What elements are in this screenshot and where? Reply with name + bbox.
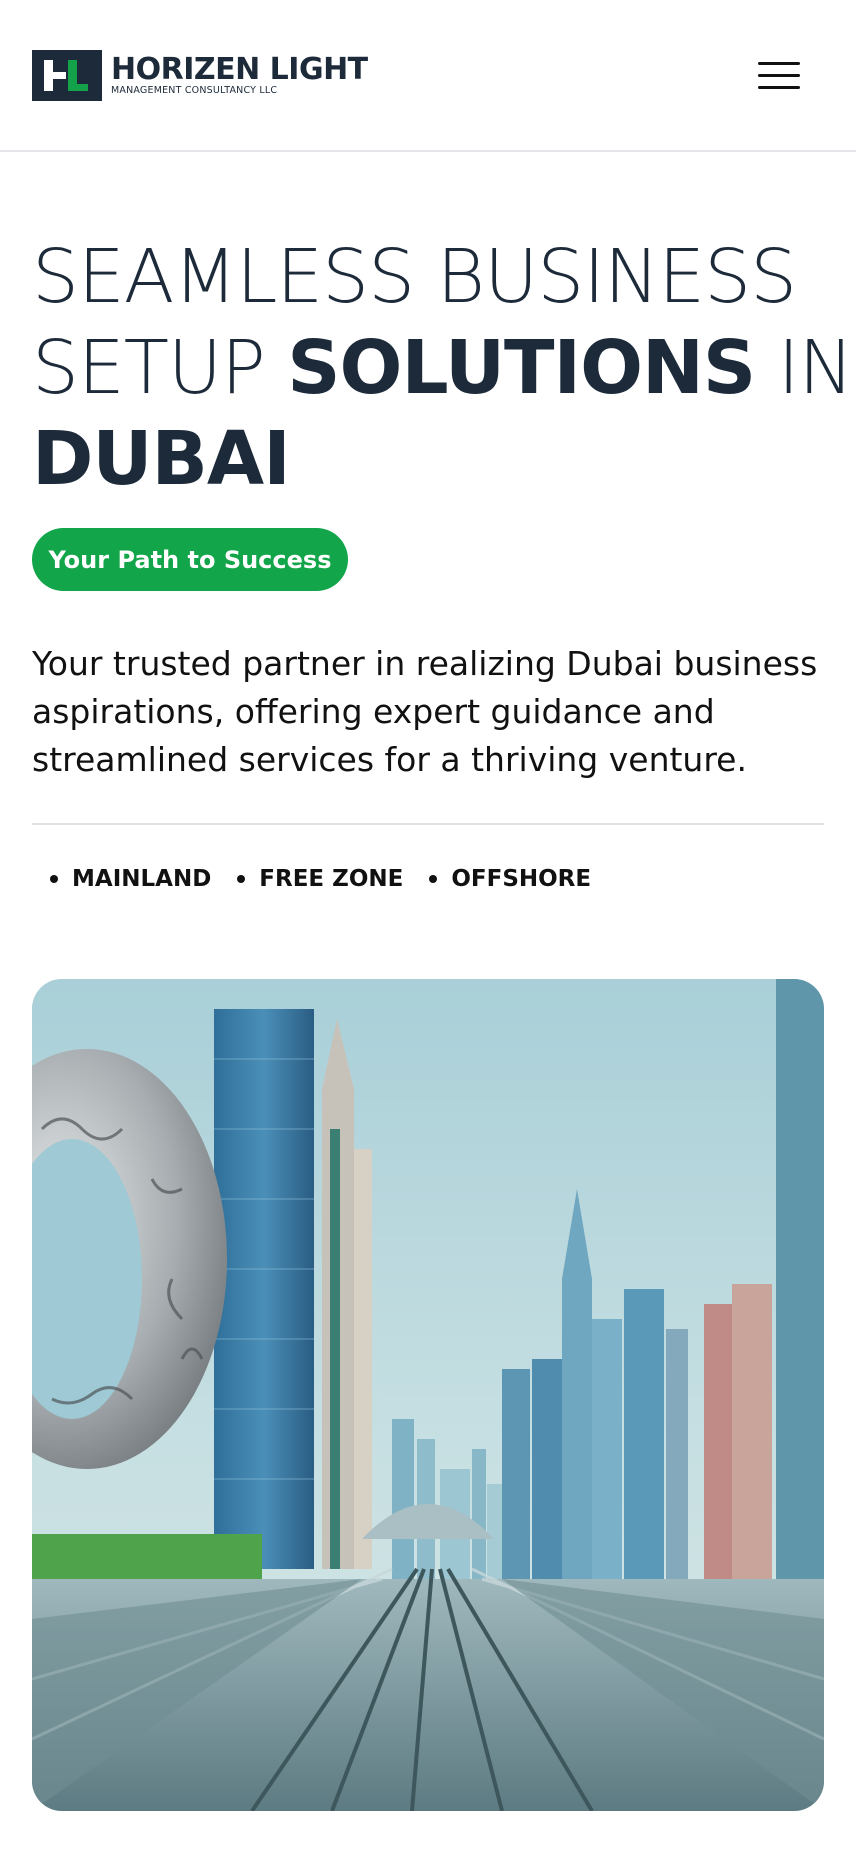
bullet-icon — [50, 875, 58, 883]
tag-offshore: OFFSHORE — [429, 866, 591, 892]
bullet-icon — [237, 875, 246, 883]
hero-headline: SEAMLESS BUSINESS SETUP SOLUTIONS IN DUB… — [32, 232, 854, 505]
path-to-success-button[interactable]: Your Path to Success — [32, 528, 348, 591]
tag-free-zone: FREE ZONE — [237, 866, 403, 892]
hero-headline-in: IN — [755, 325, 854, 411]
tag-label: MAINLAND — [72, 866, 212, 892]
logo-text: HORIZEN LIGHT MANAGEMENT CONSULTANCY LLC — [111, 54, 368, 97]
bullet-icon — [429, 875, 438, 883]
hero-headline-line2: SETUP SOLUTIONS IN — [32, 323, 854, 414]
hero-headline-solutions: SOLUTIONS — [287, 325, 756, 411]
tag-mainland: MAINLAND — [50, 866, 211, 892]
dubai-skyline-illustration — [32, 979, 824, 1811]
logo-mark-icon — [32, 50, 102, 101]
hero-headline-dubai: DUBAI — [32, 416, 291, 502]
tag-label: FREE ZONE — [259, 866, 404, 892]
hamburger-menu-icon[interactable] — [752, 56, 804, 96]
hero-headline-setup: SETUP — [32, 325, 288, 411]
logo[interactable]: HORIZEN LIGHT MANAGEMENT CONSULTANCY LLC — [32, 50, 368, 101]
tag-label: OFFSHORE — [451, 866, 592, 892]
site-header: HORIZEN LIGHT MANAGEMENT CONSULTANCY LLC — [0, 0, 856, 152]
hero-lead-text: Your trusted partner in realizing Dubai … — [32, 644, 818, 779]
logo-subtitle: MANAGEMENT CONSULTANCY LLC — [111, 85, 278, 96]
business-type-list: MAINLAND FREE ZONE OFFSHORE — [50, 866, 591, 892]
logo-title: HORIZEN LIGHT — [111, 52, 368, 87]
hero-image — [32, 979, 824, 1811]
divider — [32, 823, 824, 825]
hero-headline-line1: SEAMLESS BUSINESS — [32, 234, 797, 320]
